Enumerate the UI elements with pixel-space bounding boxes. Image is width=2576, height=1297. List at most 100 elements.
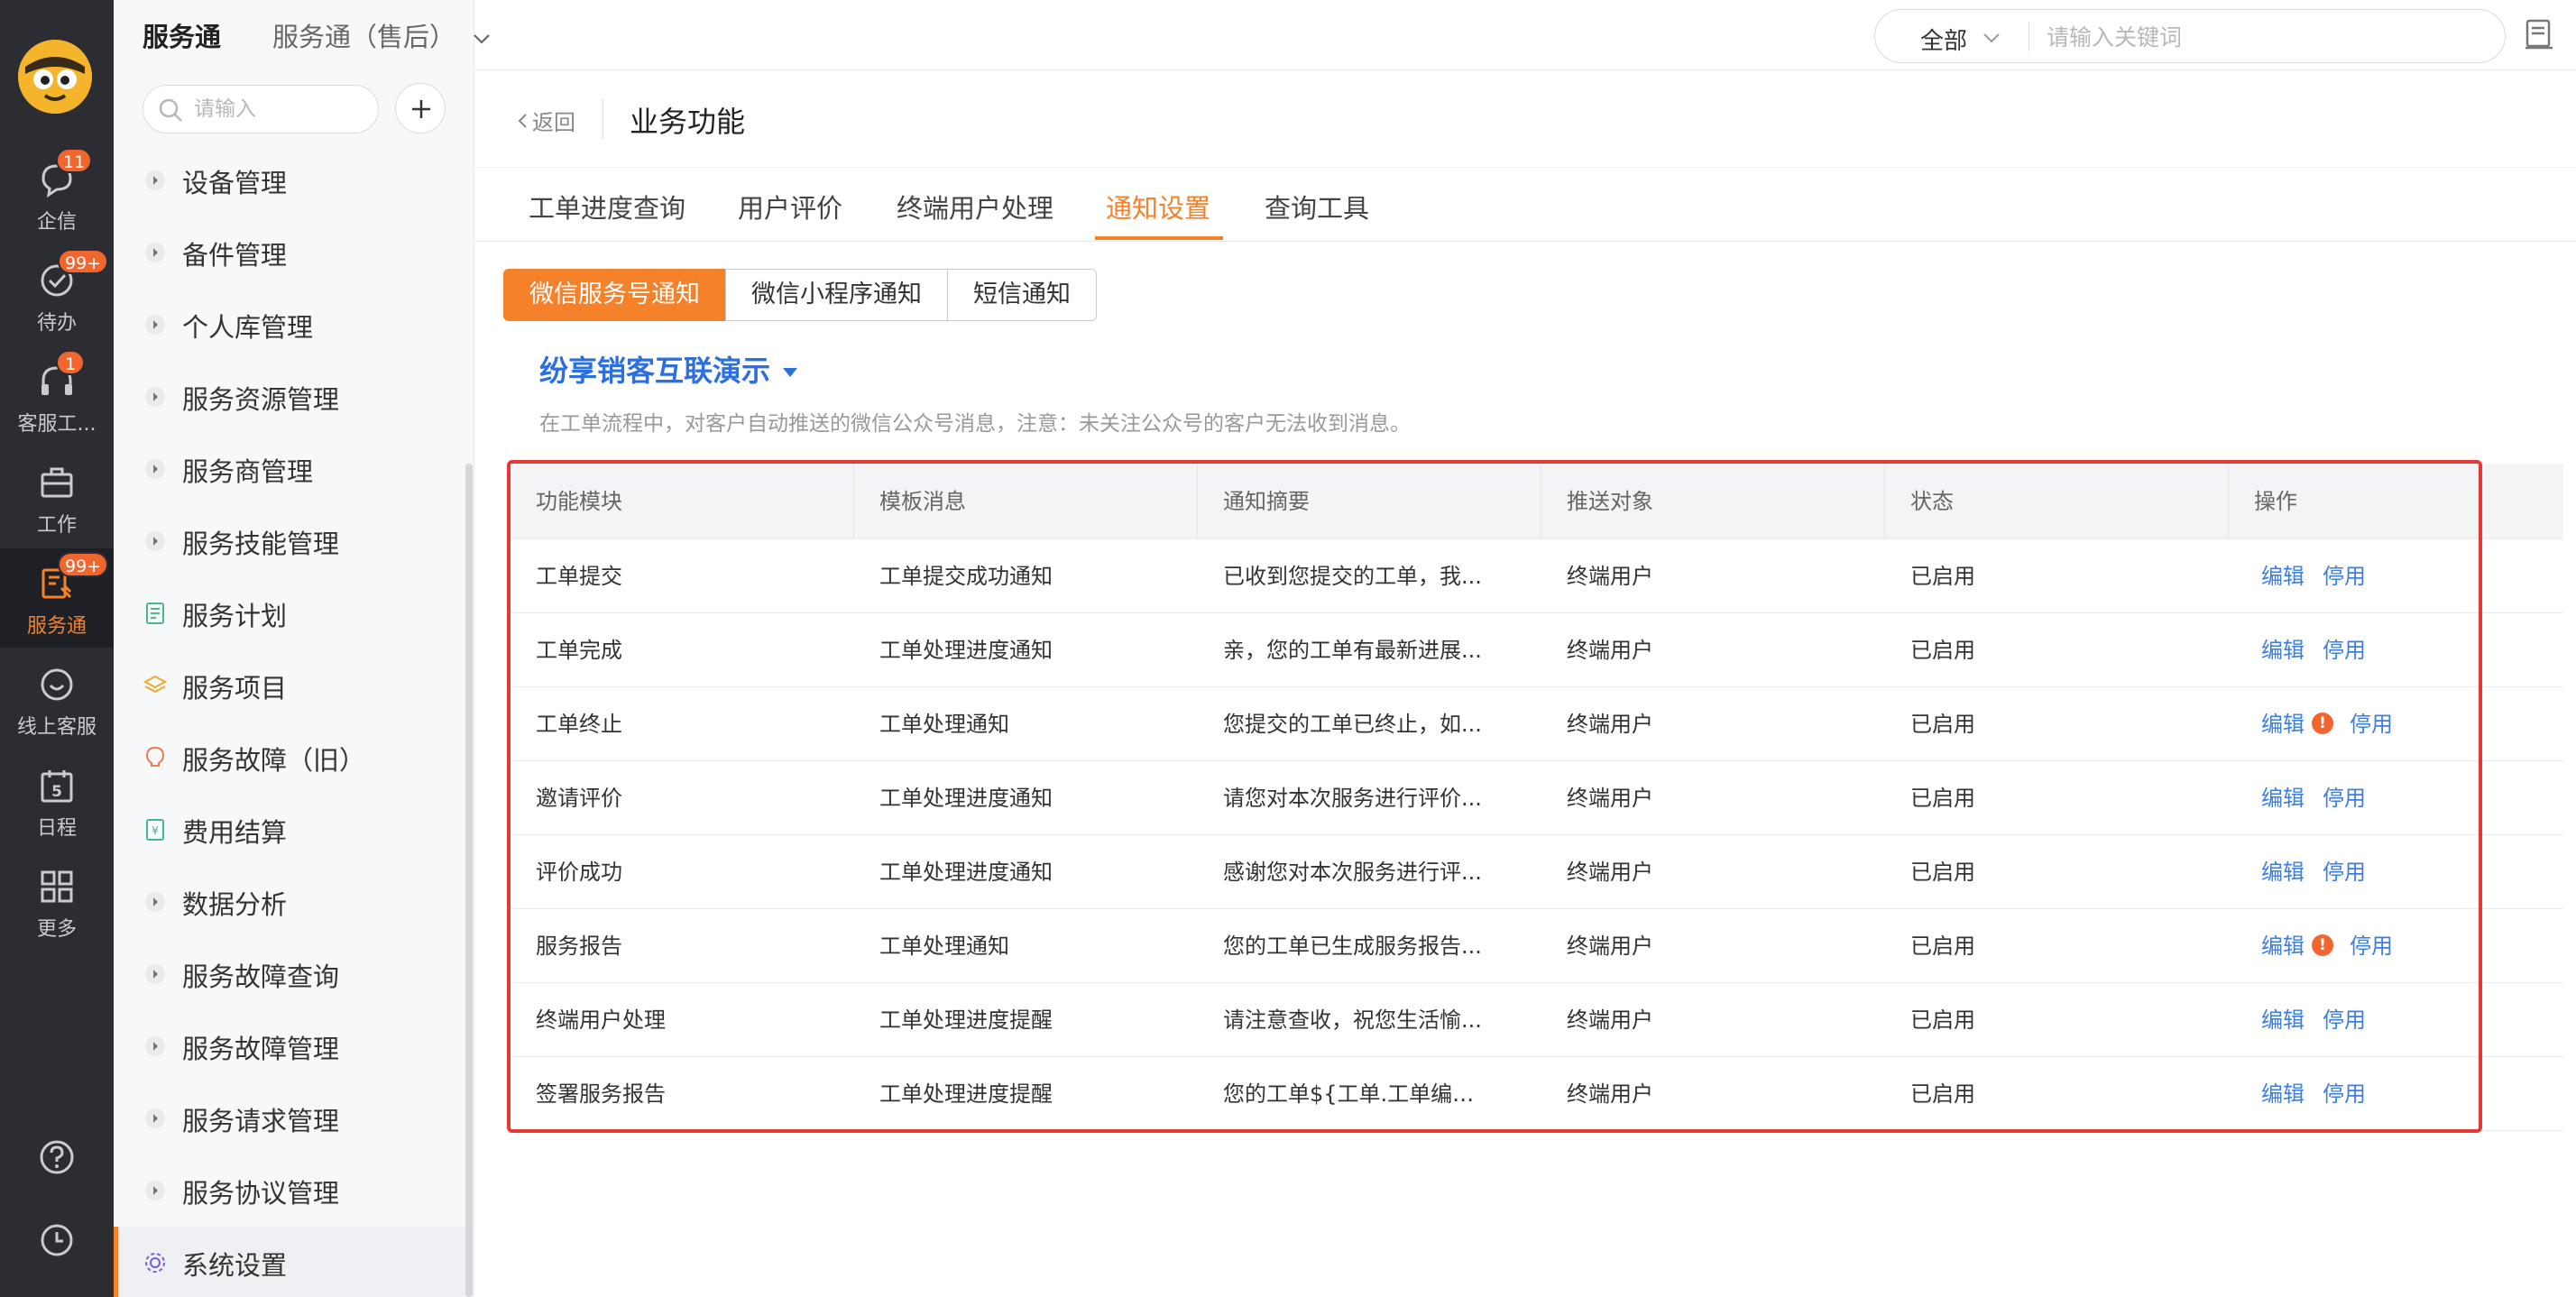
cell-status: 已启用 — [1910, 712, 1975, 737]
cell-status: 已启用 — [1910, 1007, 1975, 1033]
warning-icon[interactable]: ! — [2312, 934, 2333, 956]
disable-link[interactable]: 停用 — [2323, 860, 2366, 885]
menu-item[interactable]: 备件管理 — [114, 216, 474, 289]
chevron-down-icon[interactable] — [1982, 28, 2001, 48]
notification-table: 功能模块 模板消息 通知摘要 推送对象 状态 操作 工单提交 工单提交成功通知 已收… — [511, 464, 2563, 1131]
rail-item-5[interactable]: 线上客服 — [0, 649, 114, 749]
disable-link[interactable]: 停用 — [2350, 712, 2393, 737]
briefcase-icon — [41, 467, 73, 498]
app-switcher-label: 服务通（售后） — [272, 22, 456, 52]
global-search[interactable]: 全部 — [1874, 9, 2506, 63]
menu-item[interactable]: 服务故障查询 — [114, 938, 474, 1010]
edit-link[interactable]: 编辑 — [2261, 638, 2305, 663]
cell-template: 工单处理进度通知 — [879, 786, 1053, 811]
edit-link[interactable]: 编辑 — [2261, 1007, 2305, 1033]
chevron-left-icon — [516, 110, 529, 135]
warning-icon[interactable]: ! — [2312, 713, 2333, 734]
menu-search[interactable] — [143, 85, 379, 133]
table-row: 工单终止 工单处理通知 您提交的工单已终止，如... 终端用户 已启用 编辑! 停用 — [511, 687, 2563, 761]
menu-item-label: 数据分析 — [182, 889, 288, 920]
rail-item-1[interactable]: 待办 99+ — [0, 245, 114, 345]
edit-link[interactable]: 编辑 — [2261, 712, 2305, 737]
menu-item[interactable]: 个人库管理 — [114, 289, 474, 361]
rail-item-4[interactable]: 服务通 99+ — [0, 548, 114, 648]
active-tab-indicator — [1095, 236, 1223, 240]
edit-link[interactable]: 编辑 — [2261, 786, 2305, 811]
rail-item-0[interactable]: 企信 11 — [0, 144, 114, 244]
expand-arrow-icon — [145, 459, 165, 479]
notification-badge: 99+ — [58, 249, 109, 274]
app-switcher[interactable]: 服务通（售后） — [272, 16, 492, 54]
expand-arrow-icon — [145, 964, 165, 984]
menu-search-input[interactable] — [194, 95, 365, 124]
account-name: 纷享销客互联演示 — [539, 354, 771, 388]
cell-module: 终端用户处理 — [536, 1007, 666, 1033]
menu-item[interactable]: 服务技能管理 — [114, 505, 474, 577]
rail-item-2[interactable]: 客服工... 1 — [0, 346, 114, 446]
expand-arrow-icon — [145, 531, 165, 551]
app-logo[interactable] — [18, 40, 92, 114]
add-button[interactable] — [395, 83, 446, 133]
cell-status: 已启用 — [1910, 638, 1975, 663]
menu-item[interactable]: 服务计划 — [114, 577, 474, 649]
expand-arrow-icon — [145, 1036, 165, 1056]
account-selector[interactable]: 纷享销客互联演示 — [539, 348, 798, 390]
edit-link[interactable]: 编辑 — [2261, 934, 2305, 959]
rail-item-3[interactable]: 工作 — [0, 447, 114, 547]
rail-item-7[interactable]: 更多 — [0, 851, 114, 951]
cell-module: 服务报告 — [536, 934, 622, 959]
edit-link[interactable]: 编辑 — [2261, 860, 2305, 885]
search-scope[interactable]: 全部 — [1920, 23, 1967, 56]
menu-item[interactable]: ¥ 费用结算 — [114, 794, 474, 866]
rail-item-6[interactable]: 5 日程 — [0, 750, 114, 850]
tab-notification-settings[interactable]: 通知设置 — [1106, 188, 1210, 225]
tab-order-progress[interactable]: 工单进度查询 — [529, 188, 685, 225]
menu-item[interactable]: 服务资源管理 — [114, 361, 474, 433]
cell-module: 工单终止 — [536, 712, 622, 737]
edit-link[interactable]: 编辑 — [2261, 564, 2305, 589]
help-icon[interactable] — [38, 1138, 76, 1176]
disable-link[interactable]: 停用 — [2323, 786, 2366, 811]
menu-item[interactable]: 服务商管理 — [114, 433, 474, 505]
table-row: 评价成功 工单处理进度通知 感谢您对本次服务进行评... 终端用户 已启用 编辑 停用 — [511, 835, 2563, 909]
channel-wechat-miniprogram[interactable]: 微信小程序通知 — [725, 269, 948, 321]
disable-link[interactable]: 停用 — [2323, 564, 2366, 589]
tab-query-tools[interactable]: 查询工具 — [1265, 188, 1369, 225]
edit-link[interactable]: 编辑 — [2261, 1081, 2305, 1107]
channel-sms[interactable]: 短信通知 — [947, 269, 1097, 321]
tab-user-review[interactable]: 用户评价 — [738, 188, 842, 225]
cell-module: 工单完成 — [536, 638, 622, 663]
menu-item[interactable]: 服务故障（旧） — [114, 722, 474, 794]
disable-link[interactable]: 停用 — [2323, 1007, 2366, 1033]
channel-wechat-official[interactable]: 微信服务号通知 — [503, 269, 726, 321]
back-button[interactable]: 返回 — [516, 105, 575, 136]
history-icon[interactable] — [38, 1221, 76, 1259]
cell-summary: 请注意查收，祝您生活愉... — [1223, 1007, 1482, 1033]
menu-item-label: 服务商管理 — [182, 456, 314, 487]
disable-link[interactable]: 停用 — [2323, 1081, 2366, 1107]
cell-target: 终端用户 — [1567, 1081, 1653, 1107]
disable-link[interactable]: 停用 — [2323, 638, 2366, 663]
menu-item[interactable]: 服务项目 — [114, 649, 474, 722]
tab-end-user[interactable]: 终端用户处理 — [897, 188, 1053, 225]
menu-item[interactable]: 服务协议管理 — [114, 1154, 474, 1227]
notes-icon[interactable] — [2524, 18, 2554, 51]
tab-bar: 工单进度查询 用户评价 终端用户处理 通知设置 查询工具 — [474, 168, 2576, 242]
global-search-input[interactable] — [2047, 21, 2479, 53]
menu-item[interactable]: 设备管理 — [114, 144, 474, 216]
menu-item-label: 服务故障（旧） — [182, 745, 366, 776]
menu-item[interactable]: 服务故障管理 — [114, 1010, 474, 1082]
column-header: 功能模块 — [511, 464, 854, 538]
menu-item[interactable]: 系统设置 — [114, 1227, 474, 1297]
notification-badge: 99+ — [58, 552, 109, 577]
menu-scrollbar[interactable] — [465, 464, 473, 1297]
settlement-icon: ¥ — [146, 819, 164, 841]
disable-link[interactable]: 停用 — [2350, 934, 2393, 959]
table-row: 签署服务报告 工单处理进度提醒 您的工单${工单.工单编号}... 终端用户 已启用 编辑… — [511, 1057, 2563, 1131]
menu-item[interactable]: 服务请求管理 — [114, 1082, 474, 1154]
page-header: 返回 业务功能 — [474, 70, 2576, 168]
cell-actions: 编辑 停用 — [2229, 1057, 2563, 1130]
expand-arrow-icon — [145, 315, 165, 335]
cell-status: 已启用 — [1910, 934, 1975, 959]
menu-item[interactable]: 数据分析 — [114, 866, 474, 938]
